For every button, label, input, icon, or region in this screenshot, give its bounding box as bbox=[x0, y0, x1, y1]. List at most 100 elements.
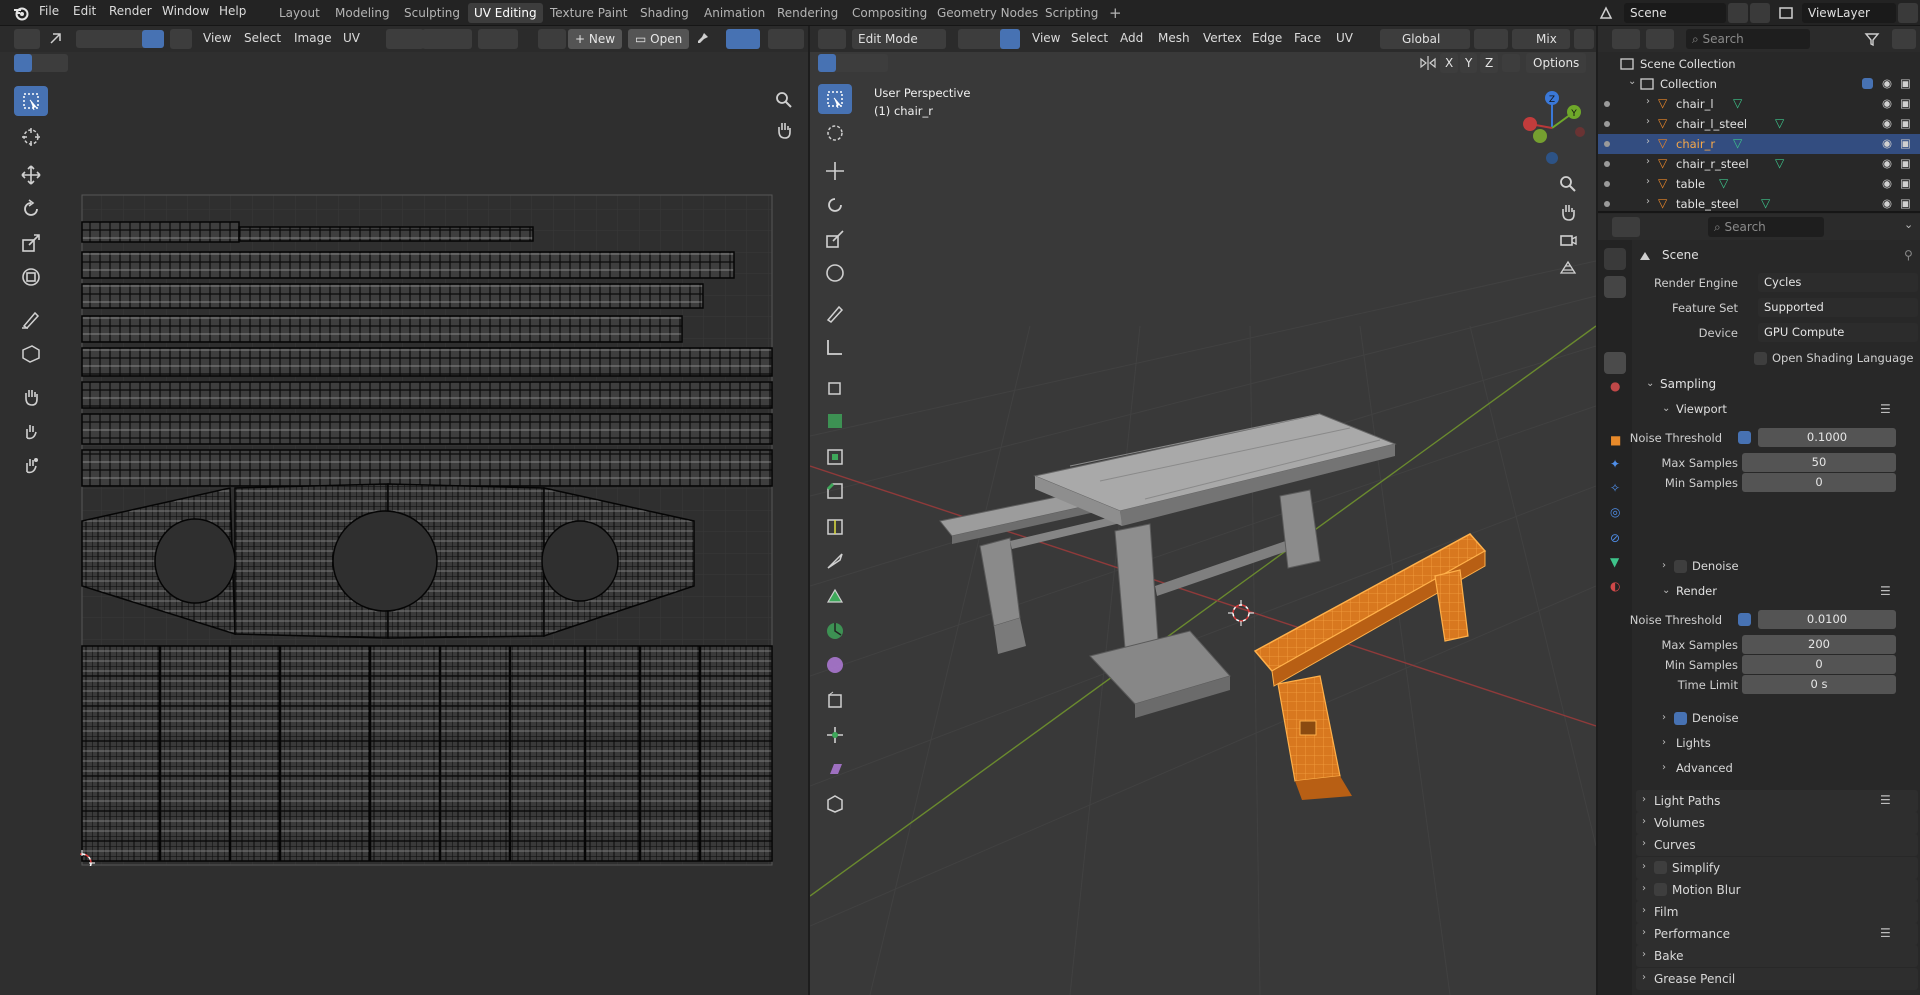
constraints-tab-icon[interactable]: ⊘ bbox=[1604, 528, 1626, 550]
section-motion-blur[interactable]: › Motion Blur bbox=[1636, 878, 1918, 901]
uv-tool-select-new[interactable] bbox=[14, 54, 32, 72]
new-image-button[interactable]: + New bbox=[568, 29, 623, 49]
collapse-arrow-icon[interactable]: ⌄ bbox=[1628, 76, 1636, 87]
expand-arrow-icon[interactable]: › bbox=[1646, 196, 1650, 207]
new-scene-button[interactable] bbox=[1728, 3, 1748, 23]
uv-overlay-dropdown[interactable] bbox=[768, 29, 804, 49]
section-grease-pencil[interactable]: › Grease Pencil bbox=[1636, 967, 1918, 990]
new-collection-button[interactable] bbox=[1892, 29, 1916, 49]
viewport-menu-mesh[interactable]: Mesh bbox=[1158, 31, 1190, 45]
outliner-editor-type[interactable] bbox=[1612, 29, 1640, 49]
face-select-mode-button[interactable] bbox=[1000, 29, 1020, 49]
image-browse-button[interactable] bbox=[538, 29, 566, 49]
vp-knife-tool[interactable] bbox=[818, 546, 852, 576]
world-tab-icon[interactable]: ● bbox=[1604, 376, 1626, 398]
feature-set-dropdown[interactable]: Supported bbox=[1758, 298, 1918, 317]
rotate-tool[interactable] bbox=[14, 194, 48, 224]
section-curves[interactable]: › Curves bbox=[1636, 834, 1918, 857]
pan-hand-icon[interactable] bbox=[774, 120, 794, 140]
particles-tab-icon[interactable]: ✧ bbox=[1604, 478, 1626, 500]
viewport-denoise-expand-icon[interactable]: › bbox=[1662, 560, 1666, 571]
vp-transform-tool[interactable] bbox=[818, 258, 852, 288]
vp-rip-tool[interactable] bbox=[818, 788, 852, 818]
vp-smooth-tool[interactable] bbox=[818, 650, 852, 680]
expand-arrow-icon[interactable]: › bbox=[1646, 96, 1650, 107]
presets-list-icon[interactable]: ☰ bbox=[1880, 926, 1891, 940]
zoom-view-icon[interactable] bbox=[1558, 174, 1578, 194]
render-camera-icon[interactable]: ▣ bbox=[1900, 176, 1911, 190]
advanced-expand-icon[interactable]: › bbox=[1662, 762, 1666, 773]
grab-tool[interactable] bbox=[14, 382, 48, 412]
material-tab-icon[interactable]: ◐ bbox=[1604, 576, 1626, 598]
expand-arrow-icon[interactable]: › bbox=[1646, 176, 1650, 187]
mirror-y-button[interactable]: Y bbox=[1460, 53, 1478, 73]
outliner-scene-collection[interactable]: Scene Collection bbox=[1598, 54, 1920, 74]
render-subsection-title[interactable]: Render bbox=[1676, 584, 1717, 598]
object-tab-icon[interactable]: ■ bbox=[1604, 430, 1626, 452]
annotate-tool[interactable] bbox=[14, 304, 48, 334]
pin-context-icon[interactable]: ⚲ bbox=[1904, 248, 1913, 262]
mesh-data-icon[interactable]: ▽ bbox=[1775, 116, 1784, 130]
section-expand-icon[interactable]: › bbox=[1642, 949, 1646, 960]
workspace-tab-shading[interactable]: Shading bbox=[634, 3, 695, 23]
presets-list-icon[interactable]: ☰ bbox=[1880, 793, 1891, 807]
vp-bevel-tool[interactable] bbox=[818, 476, 852, 506]
viewport-menu-uv[interactable]: UV bbox=[1336, 31, 1353, 45]
edit-mode-dot-icon[interactable] bbox=[1604, 101, 1610, 107]
section-expand-icon[interactable]: › bbox=[1642, 972, 1646, 983]
proportional-editing-button[interactable] bbox=[1574, 29, 1594, 49]
sticky-select-dropdown[interactable] bbox=[170, 29, 192, 49]
transform-tool[interactable] bbox=[14, 262, 48, 292]
viewport-menu-edge[interactable]: Edge bbox=[1252, 31, 1282, 45]
mirror-x-button[interactable]: X bbox=[1440, 53, 1459, 73]
render-camera-icon[interactable]: ▣ bbox=[1900, 76, 1911, 90]
expand-arrow-icon[interactable]: › bbox=[1646, 116, 1650, 127]
expand-arrow-icon[interactable]: › bbox=[1646, 136, 1650, 147]
viewport-presets-list-icon[interactable]: ☰ bbox=[1880, 402, 1891, 416]
viewport-noise-threshold-checkbox[interactable] bbox=[1738, 431, 1751, 444]
vp-inset-tool[interactable] bbox=[818, 442, 852, 472]
select-box-tool[interactable] bbox=[14, 86, 48, 116]
mesh-data-icon[interactable]: ▽ bbox=[1761, 196, 1770, 210]
add-workspace-button[interactable]: + bbox=[1103, 3, 1128, 23]
viewport-max-samples-field[interactable]: 50 bbox=[1742, 453, 1896, 472]
viewport-menu-view[interactable]: View bbox=[1032, 31, 1060, 45]
section-expand-icon[interactable]: › bbox=[1642, 883, 1646, 894]
pin-icon[interactable] bbox=[694, 31, 710, 47]
outliner-item-table[interactable]: › ▽ table ▽ ◉ ▣ bbox=[1598, 174, 1920, 194]
lights-subsection[interactable]: Lights bbox=[1676, 736, 1711, 750]
cursor-tool[interactable] bbox=[14, 122, 48, 152]
workspace-tab-modeling[interactable]: Modeling bbox=[329, 3, 396, 23]
mesh-data-icon[interactable]: ▽ bbox=[1733, 96, 1742, 110]
transform-orientation-dropdown[interactable]: Global bbox=[1380, 29, 1470, 49]
outliner-item-chair-l-steel[interactable]: › ▽ chair_l_steel ▽ ◉ ▣ bbox=[1598, 114, 1920, 134]
sync-selection-icon[interactable] bbox=[48, 31, 64, 47]
vp-shrink-tool[interactable] bbox=[818, 720, 852, 750]
edit-mode-dot-icon[interactable] bbox=[1604, 181, 1610, 187]
render-presets-list-icon[interactable]: ☰ bbox=[1880, 584, 1891, 598]
render-max-samples-field[interactable]: 200 bbox=[1742, 635, 1896, 654]
menu-render[interactable]: Render bbox=[109, 4, 152, 18]
vp-loop-cut-tool[interactable] bbox=[818, 512, 852, 542]
lights-expand-icon[interactable]: › bbox=[1662, 737, 1666, 748]
open-image-button[interactable]: ▭ Open bbox=[628, 29, 690, 49]
viewport-menu-add[interactable]: Add bbox=[1120, 31, 1143, 45]
camera-view-icon[interactable] bbox=[1558, 230, 1578, 250]
sampling-section-title[interactable]: Sampling bbox=[1660, 377, 1716, 391]
mirror-icon[interactable] bbox=[1418, 54, 1438, 72]
vp-poly-build-tool[interactable] bbox=[818, 582, 852, 612]
view-layer-icon[interactable] bbox=[1778, 5, 1794, 21]
menu-help[interactable]: Help bbox=[219, 4, 246, 18]
uv-menu-uv[interactable]: UV bbox=[343, 31, 360, 45]
outliner-item-chair-r-steel[interactable]: › ▽ chair_r_steel ▽ ◉ ▣ bbox=[1598, 154, 1920, 174]
workspace-tab-scripting[interactable]: Scripting bbox=[1039, 3, 1104, 23]
time-limit-field[interactable]: 0 s bbox=[1742, 675, 1896, 694]
vp-annotate-tool[interactable] bbox=[818, 298, 852, 328]
options-dropdown[interactable]: Options bbox=[1526, 53, 1587, 73]
workspace-tab-animation[interactable]: Animation bbox=[698, 3, 771, 23]
mesh-data-icon[interactable]: ▽ bbox=[1775, 156, 1784, 170]
section-simplify[interactable]: › Simplify bbox=[1636, 856, 1918, 879]
workspace-tab-rendering[interactable]: Rendering bbox=[771, 3, 844, 23]
editor-type-button[interactable] bbox=[14, 29, 40, 49]
collection-tab-icon[interactable] bbox=[1604, 402, 1626, 424]
